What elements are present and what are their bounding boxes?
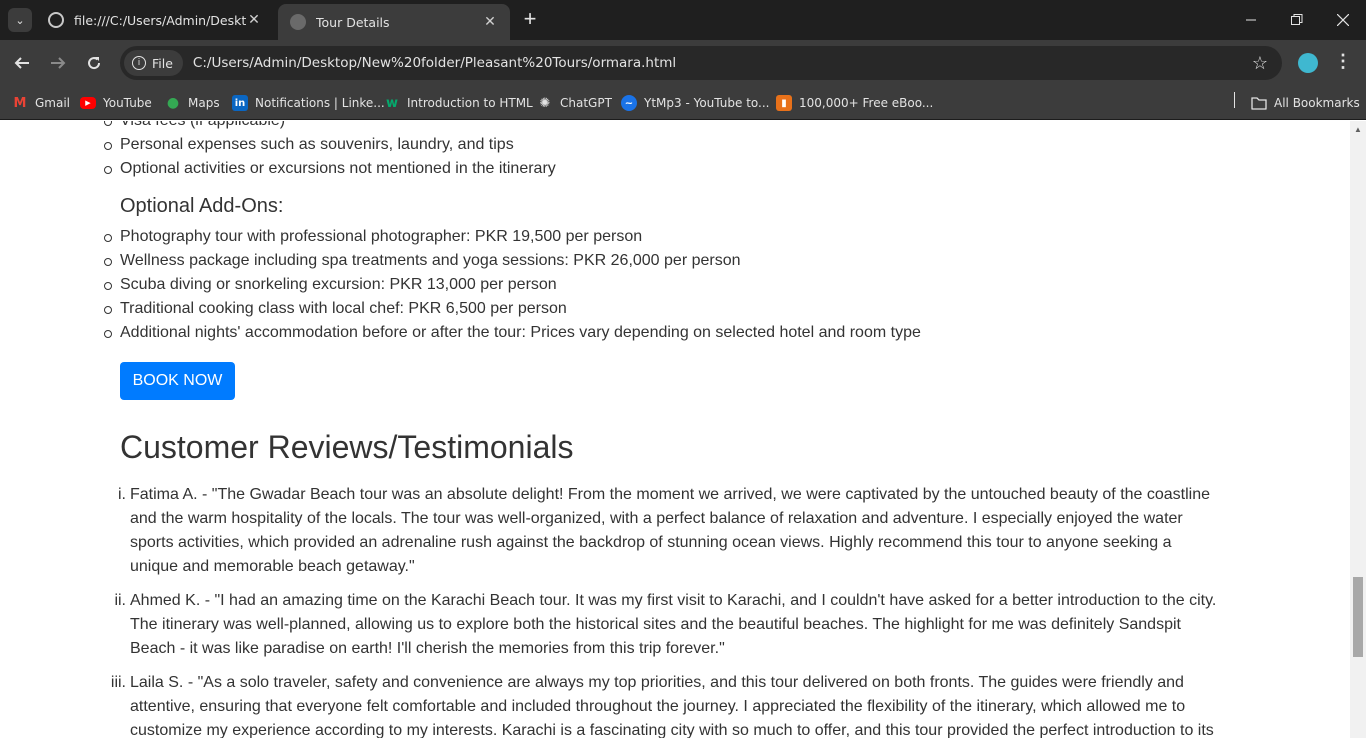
bookmark-label: All Bookmarks (1274, 96, 1360, 110)
review-text: Ahmed K. - "I had an amazing time on the… (130, 592, 1217, 657)
review-text: Laila S. - "As a solo traveler, safety a… (130, 674, 1214, 738)
globe-icon (48, 12, 64, 28)
vertical-scrollbar[interactable]: ▲ (1350, 121, 1366, 738)
bookmark-label: 100,000+ Free eBoo... (799, 96, 934, 110)
all-bookmarks-button[interactable]: All Bookmarks (1251, 93, 1360, 113)
addons-heading: Optional Add-Ons: (120, 195, 284, 217)
kebab-menu-icon[interactable]: ⋮ (1334, 51, 1352, 72)
close-icon (1337, 14, 1349, 26)
youtube-icon: ▶ (80, 97, 96, 109)
review-item: iii. Laila S. - "As a solo traveler, saf… (111, 671, 1220, 738)
list-item: Traditional cooking class with local che… (104, 297, 921, 321)
bookmark-label: ChatGPT (560, 96, 612, 110)
tab-title: file:///C:/Users/Admin/Desktop/ (74, 12, 246, 28)
tab-file[interactable]: file:///C:/Users/Admin/Desktop/ ✕ (36, 4, 274, 36)
bookmark-youtube[interactable]: ▶ YouTube (80, 93, 152, 113)
new-tab-button[interactable]: + (518, 8, 542, 32)
review-number: i. (118, 486, 126, 503)
tab-tour-details[interactable]: Tour Details ✕ (278, 4, 510, 40)
list-item: Visa fees (if applicable) (104, 121, 556, 133)
tab-search-button[interactable]: ⌄ (8, 8, 32, 32)
arrow-right-icon (51, 57, 66, 69)
bookmark-label: Gmail (35, 96, 71, 110)
minimize-button[interactable] (1228, 0, 1274, 40)
bookmarks-divider (1234, 92, 1235, 108)
restore-button[interactable] (1274, 0, 1320, 40)
page-viewport: Visa fees (if applicable) Personal expen… (0, 121, 1350, 738)
folder-icon (1251, 97, 1267, 110)
reviews-heading: Customer Reviews/Testimonials (120, 429, 574, 465)
arrow-left-icon (14, 57, 29, 69)
list-item: Optional activities or excursions not me… (104, 157, 556, 181)
linkedin-icon: in (232, 95, 248, 111)
bookmark-ebooks[interactable]: ▮ 100,000+ Free eBoo... (776, 93, 933, 113)
back-button[interactable] (9, 50, 35, 76)
ebook-icon: ▮ (776, 95, 792, 111)
bookmark-ytmp3[interactable]: ~ YtMp3 - YouTube to... (621, 93, 770, 113)
profile-avatar[interactable] (1298, 53, 1318, 73)
list-item: Scuba diving or snorkeling excursion: PK… (104, 273, 921, 297)
minimize-icon (1246, 19, 1256, 21)
address-bar[interactable]: i File C:/Users/Admin/Desktop/New%20fold… (120, 46, 1282, 80)
close-window-button[interactable] (1320, 0, 1366, 40)
close-icon[interactable]: ✕ (246, 12, 262, 28)
bookmark-chatgpt[interactable]: ✺ ChatGPT (537, 93, 612, 113)
toolbar: i File C:/Users/Admin/Desktop/New%20fold… (0, 40, 1366, 86)
review-text: Fatima A. - "The Gwadar Beach tour was a… (130, 486, 1211, 575)
review-item: i. Fatima A. - "The Gwadar Beach tour wa… (118, 483, 1220, 579)
scroll-up-icon[interactable]: ▲ (1354, 125, 1362, 134)
maps-icon: ● (166, 95, 180, 111)
star-icon[interactable]: ☆ (1252, 53, 1268, 74)
restore-icon (1291, 14, 1303, 25)
scrollbar-thumb[interactable] (1353, 577, 1363, 657)
addons-list: Photography tour with professional photo… (104, 225, 921, 345)
list-item: Wellness package including spa treatment… (104, 249, 921, 273)
gmail-icon: M (13, 95, 27, 111)
list-item: Additional nights' accommodation before … (104, 321, 921, 345)
close-icon[interactable]: ✕ (482, 14, 498, 30)
tab-title: Tour Details (316, 14, 390, 30)
chip-label: File (152, 55, 173, 71)
bookmark-linkedin[interactable]: in Notifications | Linke... (232, 93, 385, 113)
list-item: Photography tour with professional photo… (104, 225, 921, 249)
review-item: ii. Ahmed K. - "I had an amazing time on… (114, 589, 1220, 661)
bookmark-label: Introduction to HTML (407, 96, 533, 110)
site-info-chip[interactable]: i File (124, 50, 183, 76)
list-item: Personal expenses such as souvenirs, lau… (104, 133, 556, 157)
bookmark-maps[interactable]: ● Maps (165, 93, 220, 113)
bookmark-label: Notifications | Linke... (255, 96, 385, 110)
w3schools-icon: w (385, 95, 398, 111)
globe-icon (290, 14, 306, 30)
tab-strip: ⌄ file:///C:/Users/Admin/Desktop/ ✕ Tour… (0, 0, 1366, 40)
info-icon: i (132, 56, 146, 70)
bookmark-gmail[interactable]: M Gmail (12, 93, 70, 113)
forward-button[interactable] (45, 50, 71, 76)
url-text[interactable]: C:/Users/Admin/Desktop/New%20folder/Plea… (193, 55, 1252, 71)
chatgpt-icon: ✺ (539, 95, 551, 111)
review-number: ii. (114, 592, 126, 609)
bookmark-w3schools[interactable]: w Introduction to HTML (384, 93, 533, 113)
bookmark-label: YtMp3 - YouTube to... (644, 96, 770, 110)
bookmark-label: Maps (188, 96, 220, 110)
ytmp3-icon: ~ (621, 95, 637, 111)
excluded-list: Visa fees (if applicable) Personal expen… (104, 121, 556, 181)
bookmark-label: YouTube (103, 96, 152, 110)
reload-icon (88, 57, 101, 70)
bookmarks-bar: M Gmail ▶ YouTube ● Maps in Notification… (0, 86, 1366, 120)
review-number: iii. (110, 674, 126, 691)
reload-button[interactable] (81, 50, 107, 76)
chevron-down-icon: ⌄ (15, 14, 25, 27)
book-now-button[interactable]: BOOK NOW (120, 362, 235, 400)
